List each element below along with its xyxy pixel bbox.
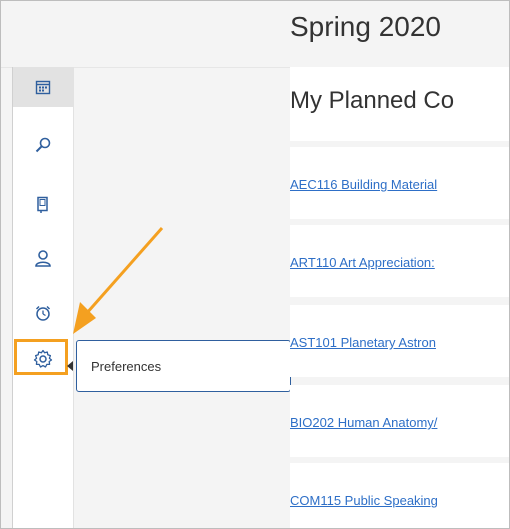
course-link[interactable]: BIO202 Human Anatomy/ — [290, 415, 437, 430]
alarm-clock-icon — [35, 305, 51, 321]
tooltip-caret — [67, 361, 73, 371]
device-icon — [37, 196, 48, 213]
panel-title: My Planned Co — [290, 87, 455, 114]
top-bar: Spring 2020 — [1, 1, 509, 68]
sidebar — [12, 67, 74, 528]
sidebar-item-device[interactable] — [13, 185, 73, 225]
calendar-icon — [35, 80, 51, 95]
search-icon — [35, 137, 51, 153]
course-link[interactable]: COM115 Public Speaking — [290, 493, 438, 508]
person-icon — [35, 250, 51, 267]
course-row: AST101 Planetary Astron — [290, 305, 509, 377]
sidebar-item-search[interactable] — [13, 125, 73, 165]
sidebar-item-preferences[interactable] — [13, 339, 73, 379]
sidebar-item-alarm[interactable] — [13, 293, 73, 333]
course-link[interactable]: AEC116 Building Material — [290, 177, 437, 192]
course-row: ART110 Art Appreciation: — [290, 225, 509, 297]
tooltip-label: Preferences — [91, 359, 162, 374]
panel-header: My Planned Co — [290, 67, 509, 141]
sidebar-item-calendar[interactable] — [13, 67, 73, 107]
sidebar-item-profile[interactable] — [13, 238, 73, 278]
course-link[interactable]: ART110 Art Appreciation: — [290, 255, 435, 270]
course-row: AEC116 Building Material — [290, 147, 509, 219]
term-title: Spring 2020 — [290, 11, 442, 42]
app-window: Spring 2020 Preferences My Planned Co AE… — [0, 0, 510, 529]
course-row: BIO202 Human Anatomy/ — [290, 385, 509, 457]
course-link[interactable]: AST101 Planetary Astron — [290, 335, 436, 350]
gear-highlight-box — [14, 339, 68, 375]
preferences-tooltip: Preferences — [76, 340, 291, 392]
course-row: COM115 Public Speaking — [290, 463, 509, 528]
main-content: My Planned Co AEC116 Building Material A… — [290, 67, 509, 528]
